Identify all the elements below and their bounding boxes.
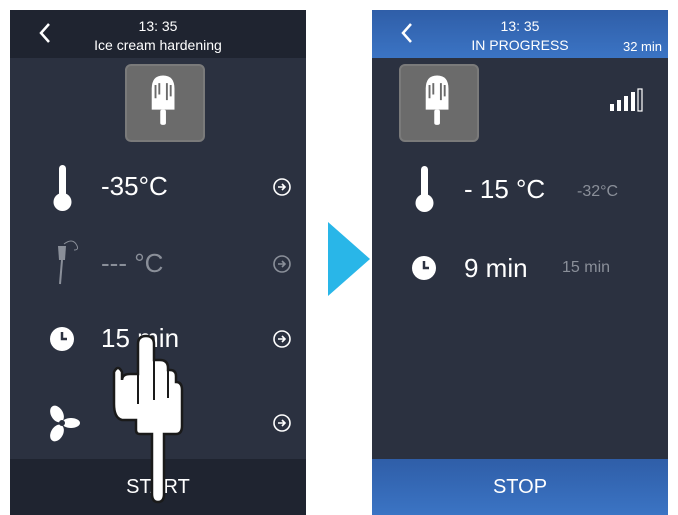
header: 13: 35 Ice cream hardening xyxy=(10,10,306,58)
arrow-right-circle-icon[interactable] xyxy=(272,329,292,349)
temperature-row[interactable]: -35°C xyxy=(10,159,306,215)
current-temperature: - 15 °C xyxy=(464,174,546,204)
elapsed-duration: 32 min xyxy=(622,39,662,54)
thermometer-icon xyxy=(53,165,72,211)
thermometer-icon xyxy=(415,166,434,212)
core-probe-row[interactable]: --- °C xyxy=(10,236,306,292)
progress-screen: 13: 35 IN PROGRESS 32 min - 15 °C -32°C … xyxy=(372,10,668,515)
elapsed-time: 9 min xyxy=(464,253,528,283)
core-probe-value: --- °C xyxy=(101,248,164,278)
arrow-right-circle-icon[interactable] xyxy=(272,254,292,274)
pointing-hand-icon xyxy=(112,334,184,504)
target-time: 15 min xyxy=(562,259,611,276)
arrow-right-circle-icon[interactable] xyxy=(272,177,292,197)
ice-cream-program-tile xyxy=(399,64,479,142)
temperature-value: -35°C xyxy=(101,171,168,201)
target-temperature: -32°C xyxy=(577,183,619,200)
core-probe-icon xyxy=(58,240,79,285)
stop-button[interactable]: STOP xyxy=(372,459,668,515)
fan-icon xyxy=(50,405,80,442)
header-time: 13: 35 xyxy=(138,18,178,34)
ice-cream-program-tile[interactable] xyxy=(125,64,205,142)
clock-icon xyxy=(50,327,74,351)
header: 13: 35 IN PROGRESS 32 min xyxy=(372,10,668,58)
setup-screen: 13: 35 Ice cream hardening -35°C --- °C xyxy=(10,10,306,515)
popsicle-icon xyxy=(425,75,449,125)
popsicle-icon xyxy=(151,75,175,125)
signal-strength-icon xyxy=(610,88,643,112)
arrow-right-circle-icon[interactable] xyxy=(272,413,292,433)
transition-arrow-icon xyxy=(328,222,370,296)
program-title: Ice cream hardening xyxy=(94,37,222,53)
clock-icon xyxy=(412,256,436,280)
header-time: 13: 35 xyxy=(500,18,540,34)
